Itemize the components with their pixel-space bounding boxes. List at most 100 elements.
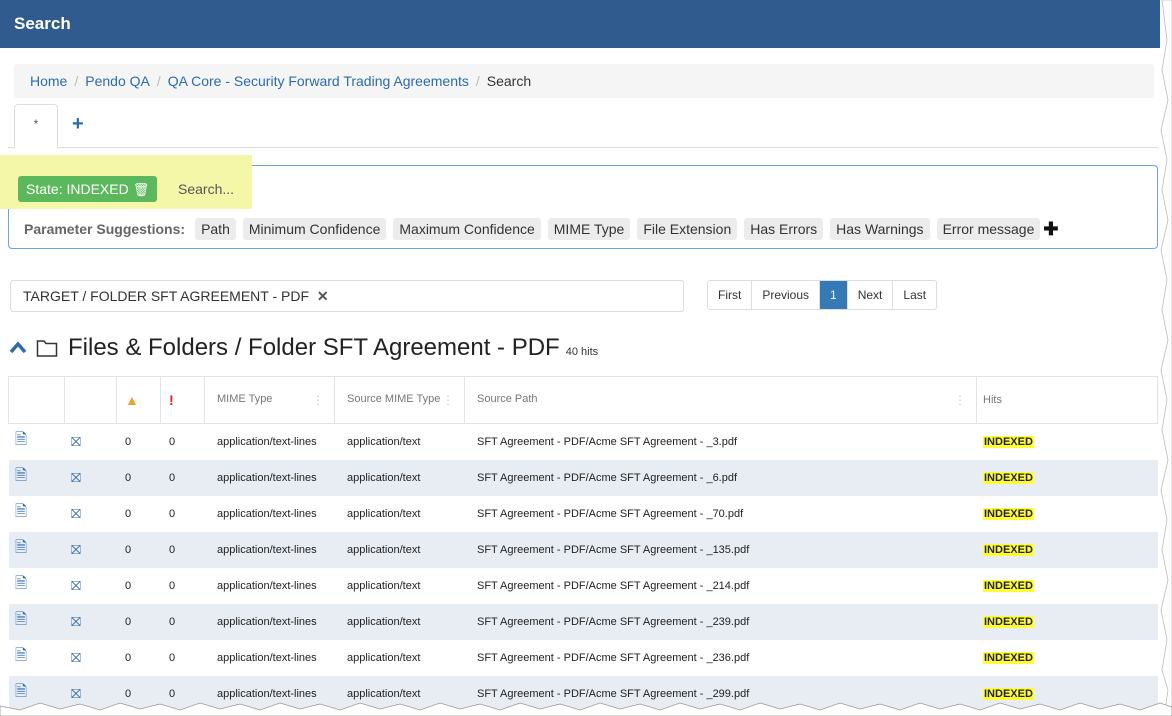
chevron-up-icon[interactable] — [8, 338, 28, 358]
suggestion-minimum-confidence[interactable]: Minimum Confidence — [242, 218, 387, 240]
source-path-cell: SFT Agreement - PDF/Acme SFT Agreement -… — [477, 579, 750, 592]
suggestion-error-message[interactable]: Error message — [936, 218, 1041, 240]
add-tab-button[interactable]: + — [72, 113, 84, 136]
error-count: 0 — [169, 507, 176, 520]
pager-last[interactable]: Last — [893, 281, 936, 309]
document-icon[interactable]: 🗎 — [15, 647, 27, 664]
pager-previous[interactable]: Previous — [752, 281, 821, 309]
suggestion-file-extension[interactable]: File Extension — [637, 218, 738, 240]
source-path-cell: SFT Agreement - PDF/Acme SFT Agreement -… — [477, 435, 738, 448]
hierarchy-icon[interactable]: ⛝ — [71, 506, 81, 521]
source-path-cell: SFT Agreement - PDF/Acme SFT Agreement -… — [477, 543, 750, 556]
mime-type-cell-cell: application/text-lines — [205, 640, 335, 676]
document-icon[interactable]: 🗎 — [15, 575, 27, 592]
status-badge-cell: INDEXED — [977, 568, 1158, 604]
warning-count: 0 — [125, 507, 132, 520]
header-warnings[interactable]: ▲ — [116, 376, 161, 424]
warning-count: 0 — [125, 543, 132, 556]
pager-next[interactable]: Next — [848, 281, 894, 309]
hierarchy-icon[interactable]: ⛝ — [71, 614, 81, 629]
header-hits-label: Hits — [983, 394, 1002, 406]
mime-type-cell: application/text-lines — [217, 471, 317, 484]
hierarchy-icon[interactable]: ⛝ — [71, 434, 81, 449]
table-row[interactable]: 🗎 ⛝ 0 0 application/text-lines application/te… — [8, 603, 1158, 640]
warning-count-cell: 0 — [116, 459, 161, 496]
document-icon-cell: 🗎 — [9, 640, 65, 676]
suggestion-has-warnings[interactable]: Has Warnings — [830, 218, 930, 240]
pager-first[interactable]: First — [708, 281, 753, 309]
column-menu-icon[interactable]: ⋮ — [442, 393, 454, 407]
source-path-cell: SFT Agreement - PDF/Acme SFT Agreement -… — [477, 615, 750, 628]
breadcrumb-pendo-qa[interactable]: Pendo QA — [85, 73, 150, 89]
suggestion-has-errors[interactable]: Has Errors — [744, 218, 824, 240]
suggestion-maximum-confidence[interactable]: Maximum Confidence — [393, 218, 541, 240]
document-icon[interactable]: 🗎 — [15, 431, 27, 448]
warning-count: 0 — [125, 651, 132, 664]
header-hits[interactable]: Hits — [976, 376, 1158, 424]
app-header: Search — [0, 0, 1160, 48]
state-badge-label: State: INDEXED — [26, 181, 129, 197]
mime-type-cell-cell: application/text-lines — [204, 603, 335, 640]
breadcrumb-separator: / — [475, 73, 480, 89]
document-icon[interactable]: 🗎 — [15, 467, 27, 484]
pager-page-current[interactable]: 1 — [820, 281, 848, 309]
header-source-path[interactable]: Source Path ⋮ — [464, 376, 977, 424]
header-errors[interactable]: ! — [160, 376, 205, 424]
results-table: ▲ ! MIME Type ⋮ Source MIME Type ⋮ Source … — [8, 376, 1158, 712]
suggestion-mime-type[interactable]: MIME Type — [547, 218, 631, 240]
header-mime-type-label: MIME Type — [217, 393, 273, 405]
error-count-cell: 0 — [160, 459, 205, 496]
hierarchy-icon-cell: ⛝ — [64, 531, 117, 568]
header-source-mime-type[interactable]: Source MIME Type ⋮ — [334, 376, 465, 424]
hierarchy-icon[interactable]: ⛝ — [71, 542, 81, 557]
hierarchy-icon[interactable]: ⛝ — [71, 650, 81, 665]
suggestions-label: Parameter Suggestions: — [24, 221, 186, 237]
close-icon[interactable]: ✕ — [317, 288, 329, 304]
table-row[interactable]: 🗎 ⛝ 0 0 application/text-lines application/te… — [9, 568, 1158, 604]
breadcrumb-project[interactable]: QA Core - Security Forward Trading Agree… — [168, 73, 469, 89]
plus-icon[interactable]: ✚ — [1043, 219, 1058, 240]
source-path-cell: SFT Agreement - PDF/Acme SFT Agreement -… — [477, 507, 744, 520]
target-filter: TARGET / FOLDER SFT AGREEMENT - PDF ✕ — [10, 280, 684, 312]
table-row[interactable]: 🗎 ⛝ 0 0 application/text-lines application/te… — [8, 459, 1158, 496]
document-icon-cell: 🗎 — [8, 603, 65, 640]
trash-icon[interactable]: 🗑 — [133, 182, 150, 197]
status-badge: INDEXED — [983, 435, 1034, 448]
source-mime-type-cell: application/text — [347, 579, 421, 592]
column-menu-icon[interactable]: ⋮ — [312, 393, 324, 407]
mime-type-cell-cell: application/text-lines — [205, 424, 335, 460]
document-icon[interactable]: 🗎 — [15, 503, 27, 520]
search-input[interactable] — [172, 176, 372, 202]
table-row[interactable]: 🗎 ⛝ 0 0 application/text-lines application/te… — [9, 640, 1158, 676]
document-icon-cell: 🗎 — [9, 496, 65, 532]
hierarchy-icon-cell: ⛝ — [65, 640, 117, 676]
document-icon[interactable]: 🗎 — [15, 611, 27, 628]
warning-count-cell: 0 — [116, 603, 161, 640]
suggestion-path[interactable]: Path — [195, 218, 236, 240]
hierarchy-icon[interactable]: ⛝ — [71, 470, 81, 485]
section-header: Files & Folders / Folder SFT Agreement -… — [8, 334, 598, 362]
source-path-cell-cell: SFT Agreement - PDF/Acme SFT Agreement -… — [465, 496, 977, 532]
source-path-cell: SFT Agreement - PDF/Acme SFT Agreement -… — [477, 471, 738, 484]
document-icon-cell: 🗎 — [8, 459, 65, 496]
table-row[interactable]: 🗎 ⛝ 0 0 application/text-lines application/te… — [9, 424, 1158, 460]
document-icon[interactable]: 🗎 — [15, 539, 27, 556]
mime-type-cell: application/text-lines — [217, 507, 317, 520]
tab-search-all[interactable]: * — [14, 104, 58, 149]
state-filter-badge[interactable]: State: INDEXED 🗑 — [18, 176, 158, 202]
table-row[interactable]: 🗎 ⛝ 0 0 application/text-lines application/te… — [8, 531, 1158, 568]
header-type — [8, 376, 65, 424]
column-menu-icon[interactable]: ⋮ — [954, 393, 966, 407]
folder-icon — [36, 340, 58, 357]
hierarchy-icon-cell: ⛝ — [64, 459, 117, 496]
hierarchy-icon[interactable]: ⛝ — [71, 578, 81, 593]
table-row[interactable]: 🗎 ⛝ 0 0 application/text-lines application/te… — [9, 496, 1158, 532]
pagination: First Previous 1 Next Last — [707, 280, 938, 310]
source-mime-type-cell: application/text — [347, 471, 421, 484]
mime-type-cell-cell: application/text-lines — [205, 496, 335, 532]
breadcrumb-home[interactable]: Home — [30, 73, 67, 89]
breadcrumb: Home / Pendo QA / QA Core - Security Forward… — [14, 64, 1154, 98]
header-source-mime-label: Source MIME Type — [347, 393, 441, 405]
header-mime-type[interactable]: MIME Type ⋮ — [204, 376, 335, 424]
source-mime-type-cell-cell: application/text — [335, 568, 465, 604]
